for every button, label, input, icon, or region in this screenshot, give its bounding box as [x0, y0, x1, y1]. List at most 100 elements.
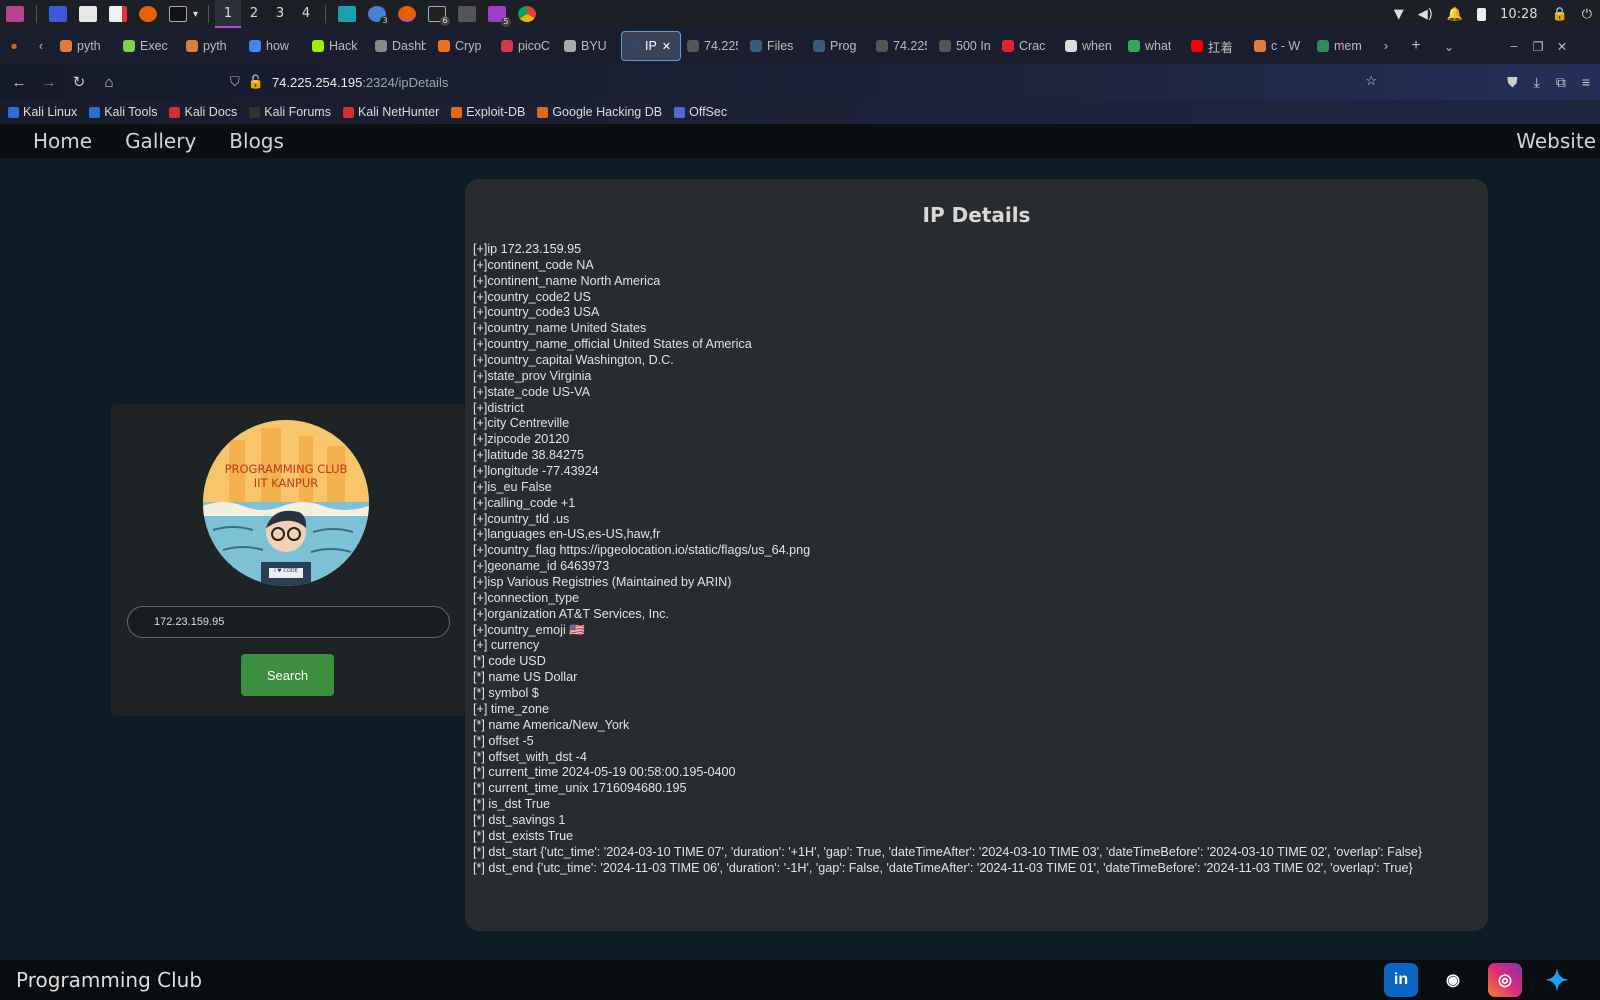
tab-favicon-icon [375, 40, 387, 52]
desktop-icon[interactable] [49, 6, 67, 22]
reload-icon[interactable]: ↻ [64, 73, 94, 91]
tab-label: BYU [581, 39, 607, 53]
browser-tab[interactable]: mem [1311, 31, 1374, 61]
minimize-icon[interactable]: – [1502, 39, 1526, 53]
browser-tab[interactable]: Crac [996, 31, 1059, 61]
menu-icon[interactable]: ≡ [1582, 74, 1590, 90]
wifi-icon[interactable]: ▼ [1394, 7, 1404, 22]
shield-icon[interactable]: ⛉ [230, 74, 240, 90]
text-editor-icon[interactable] [109, 6, 127, 22]
browser-tab[interactable]: pyth [180, 31, 243, 61]
programming-club-logo: PROGRAMMING CLUB IIT KANPUR I ♥ CODE [203, 420, 369, 586]
bookmark-item[interactable]: Google Hacking DB [537, 105, 662, 119]
browser-tab[interactable]: what [1122, 31, 1185, 61]
workspace-1[interactable]: 1 [215, 0, 242, 28]
ip-detail-line: [+]country_name_official United States o… [473, 337, 752, 352]
browser-tab[interactable]: picoC [495, 31, 558, 61]
lock-icon[interactable]: 🔒 [1552, 7, 1568, 22]
firefox-icon[interactable] [139, 6, 157, 22]
new-tab-icon[interactable]: + [1398, 37, 1434, 55]
browser-tab[interactable]: 74.225.2 [870, 31, 933, 61]
bookmark-item[interactable]: OffSec [674, 105, 727, 119]
home-icon[interactable]: ⌂ [94, 74, 124, 91]
file-manager-icon[interactable] [79, 6, 97, 22]
terminal-window-icon[interactable]: 6 [428, 6, 451, 26]
browser-tab[interactable]: 扛着 [1185, 31, 1248, 61]
bookmark-item[interactable]: Kali Linux [8, 105, 77, 119]
tab-favicon-icon [1128, 40, 1140, 52]
workspace-4[interactable]: 4 [293, 0, 319, 28]
nav-blogs-link[interactable]: Blogs [229, 129, 284, 153]
search-button[interactable]: Search [241, 654, 334, 696]
bookmark-item[interactable]: Kali Tools [89, 105, 157, 119]
bookmark-item[interactable]: Kali Forums [249, 105, 331, 119]
volume-icon[interactable]: ◀) [1418, 7, 1433, 22]
browser-tab[interactable]: Cryp [432, 31, 495, 61]
tab-list-chevron-icon[interactable]: ⌄ [1434, 39, 1464, 54]
app-window-icon[interactable] [338, 6, 357, 22]
workspace-2[interactable]: 2 [241, 0, 267, 28]
logo-laptop-text: I ♥ CODE [274, 568, 298, 574]
instagram-icon[interactable]: ◎ [1488, 963, 1522, 997]
back-icon[interactable]: ← [4, 74, 34, 91]
clock[interactable]: 10:28 [1500, 7, 1537, 22]
twitter-icon[interactable]: ✦ [1540, 963, 1574, 997]
tab-label: 74.225.2 [893, 39, 927, 53]
terminal-icon[interactable] [169, 6, 187, 22]
chrome-window-icon[interactable]: 3 [368, 6, 391, 26]
forward-icon[interactable]: → [34, 74, 64, 91]
browser-tab[interactable]: c - W [1248, 31, 1311, 61]
close-window-icon[interactable]: ✕ [1550, 39, 1574, 54]
chrome-icon[interactable] [518, 6, 537, 22]
screenshot-window-icon[interactable] [458, 6, 477, 22]
power-icon[interactable]: ⏻ [1582, 7, 1592, 22]
tab-favicon-icon [123, 40, 135, 52]
browser-tab[interactable]: how [243, 31, 306, 61]
bookmark-star-icon[interactable]: ☆ [1365, 73, 1377, 89]
browser-tab[interactable]: Files [744, 31, 807, 61]
nav-home-link[interactable]: Home [33, 129, 92, 153]
tab-scroll-left-icon[interactable]: ‹ [28, 39, 54, 53]
linkedin-icon[interactable]: in [1384, 963, 1418, 997]
firefox-window-icon[interactable] [398, 6, 417, 22]
downloads-icon[interactable]: ⤓ [1534, 74, 1540, 91]
notification-bell-icon[interactable]: 🔔 [1447, 7, 1463, 22]
battery-icon[interactable] [1477, 7, 1487, 21]
restore-icon[interactable]: ❐ [1526, 39, 1550, 54]
kali-menu-icon[interactable] [6, 6, 24, 22]
browser-tab[interactable]: pyth [54, 31, 117, 61]
tab-label: Prog [830, 39, 857, 53]
firefox-view-icon[interactable]: ● [0, 39, 28, 53]
app-window-icon[interactable]: 5 [488, 6, 512, 27]
extensions-icon[interactable]: ⧉ [1556, 74, 1566, 91]
workspace-3[interactable]: 3 [267, 0, 293, 28]
browser-tab[interactable]: BYU [558, 31, 621, 61]
nav-gallery-link[interactable]: Gallery [125, 129, 196, 153]
browser-tab[interactable]: IP ✕ [621, 31, 681, 61]
bookmark-label: Kali Tools [104, 105, 158, 119]
nav-website-link[interactable]: Website [1516, 129, 1596, 153]
window-count-badge: 5 [501, 17, 512, 27]
bookmark-item[interactable]: Kali Docs [169, 105, 237, 119]
browser-tab[interactable]: 500 Inte [933, 31, 996, 61]
bookmark-item[interactable]: Exploit-DB [451, 105, 525, 119]
tab-label: Dashbo [392, 39, 426, 53]
browser-tab[interactable]: when [1059, 31, 1122, 61]
ip-detail-line: [+]country_code3 USA [473, 305, 600, 320]
tab-scroll-right-icon[interactable]: › [1374, 39, 1398, 53]
github-icon[interactable]: ◉ [1436, 963, 1470, 997]
pocket-icon[interactable]: ⛊ [1507, 74, 1518, 91]
browser-tab[interactable]: Dashbo [369, 31, 432, 61]
browser-tab[interactable]: 74.225.2 [681, 31, 744, 61]
browser-tab[interactable]: Exec [117, 31, 180, 61]
bookmark-item[interactable]: Kali NetHunter [342, 105, 439, 119]
address-bar[interactable]: ⛉ 🔓 74.225.254.195:2324/ipDetails ☆ [222, 68, 1385, 96]
ip-detail-line: [+]connection_type [473, 590, 580, 605]
lock-icon[interactable]: 🔓 [248, 74, 264, 90]
close-tab-icon[interactable]: ✕ [662, 40, 671, 53]
tab-label: pyth [203, 39, 227, 53]
browser-tab[interactable]: Hack [306, 31, 369, 61]
browser-tab[interactable]: Prog [807, 31, 870, 61]
chevron-down-icon[interactable]: ▾ [193, 9, 198, 20]
ip-search-input[interactable] [127, 606, 450, 638]
